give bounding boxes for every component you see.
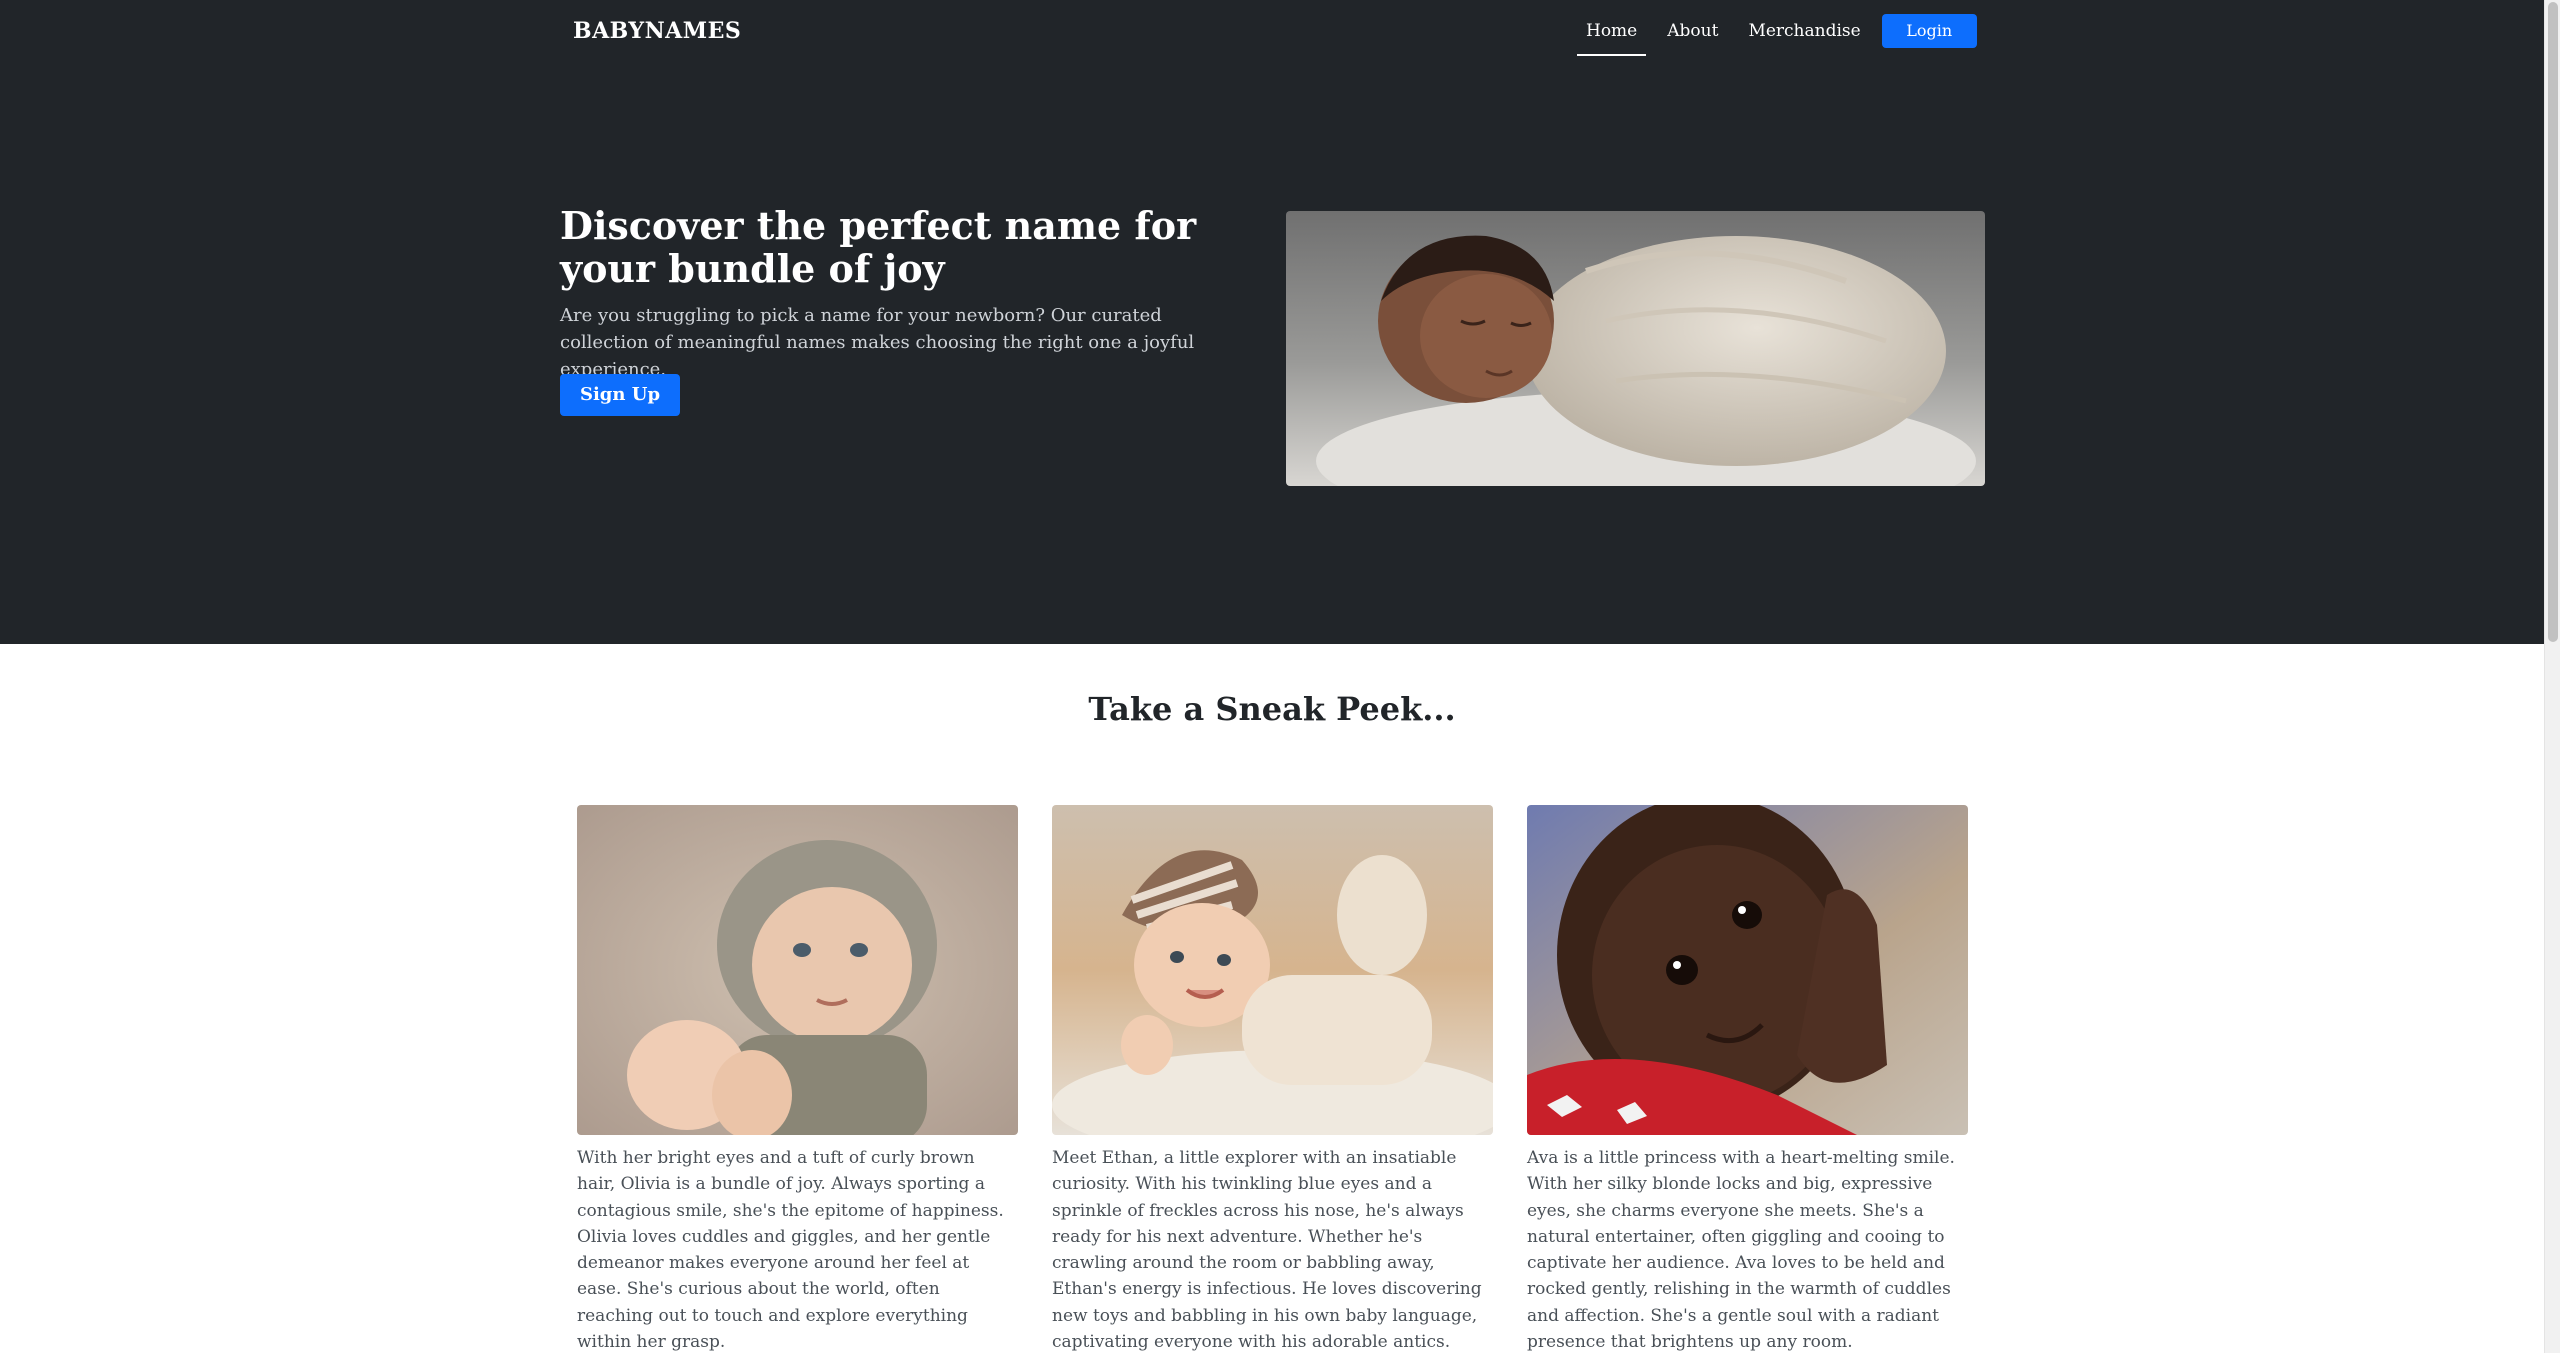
baby-description-olivia: With her bright eyes and a tuft of curly… [577,1148,1004,1353]
baby-description-ethan: Meet Ethan, a little explorer with an in… [1052,1148,1482,1353]
scrollbar-thumb[interactable] [2548,2,2558,642]
signup-button[interactable]: Sign Up [560,374,680,416]
hero-subtitle: Are you struggling to pick a name for yo… [560,305,1195,380]
baby-photo-olivia [577,805,1018,1135]
baby-card-ava: Ava is a little princess with a heart-me… [1527,805,1968,1355]
nav-merchandise[interactable]: Merchandise [1739,14,1869,56]
baby-photo-ava [1527,805,1968,1135]
login-button[interactable]: Login [1881,14,1977,48]
hero-title: Discover the perfect name for your bundl… [560,203,1197,291]
page-scrollbar[interactable] [2544,0,2560,1353]
navbar: Home About Merchandise Login [1577,14,1977,56]
baby-photo-ethan [1052,805,1493,1135]
baby-description-ava: Ava is a little princess with a heart-me… [1527,1148,1955,1353]
baby-card-olivia: With her bright eyes and a tuft of curly… [577,805,1018,1355]
nav-about[interactable]: About [1658,14,1727,56]
brand-logo[interactable]: BABYNAMES [573,18,741,44]
nav-home[interactable]: Home [1577,14,1647,56]
hero-section: BABYNAMES Home About Merchandise Login D… [0,0,2544,644]
sneak-peek-title: Take a Sneak Peek... [1088,690,1456,728]
hero-image-sleeping-baby [1286,211,1985,486]
baby-card-ethan: Meet Ethan, a little explorer with an in… [1052,805,1493,1355]
